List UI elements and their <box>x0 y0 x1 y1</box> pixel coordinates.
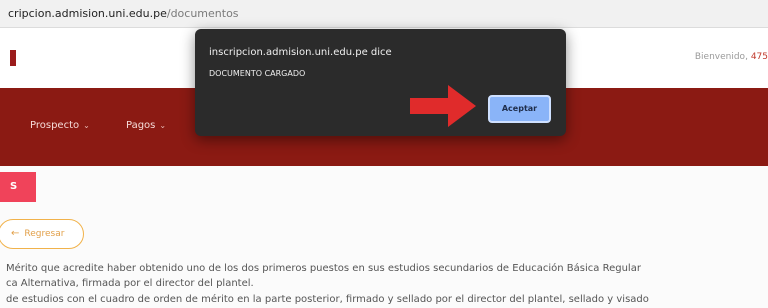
requirement-text: ca Alternativa, firmada por el director … <box>6 278 254 289</box>
chevron-down-icon: ⌄ <box>83 121 90 130</box>
red-arrow-annotation-icon <box>410 85 476 127</box>
alert-dialog: inscripcion.admision.uni.edu.pe dice DOC… <box>195 29 566 136</box>
dialog-message: DOCUMENTO CARGADO <box>209 69 306 78</box>
section-badge: S <box>0 172 36 202</box>
nav-item-label: Prospecto <box>30 120 80 131</box>
welcome-text: Bienvenido, 475 <box>695 52 768 62</box>
back-button-label: Regresar <box>24 229 65 239</box>
back-button[interactable]: ← Regresar <box>0 219 84 249</box>
logo <box>10 50 16 66</box>
address-bar[interactable]: cripcion.admision.uni.edu.pe/documentos <box>0 0 768 28</box>
accept-button[interactable]: Aceptar <box>488 95 551 123</box>
nav-item-pagos[interactable]: Pagos ⌄ <box>126 120 166 131</box>
chevron-down-icon: ⌄ <box>159 121 167 130</box>
dialog-title: inscripcion.admision.uni.edu.pe dice <box>209 47 392 58</box>
nav-item-prospecto[interactable]: Prospecto ⌄ <box>30 120 90 131</box>
url-host: cripcion.admision.uni.edu.pe <box>8 7 167 20</box>
user-name: 475 <box>750 52 768 62</box>
welcome-label: Bienvenido, <box>694 52 748 62</box>
arrow-left-icon: ← <box>11 228 20 239</box>
requirement-text: Mérito que acredite haber obtenido uno d… <box>6 263 641 274</box>
url-path: /documentos <box>166 7 239 20</box>
requirement-text: de estudios con el cuadro de orden de mé… <box>6 294 649 305</box>
nav-item-label: Pagos <box>126 120 156 131</box>
